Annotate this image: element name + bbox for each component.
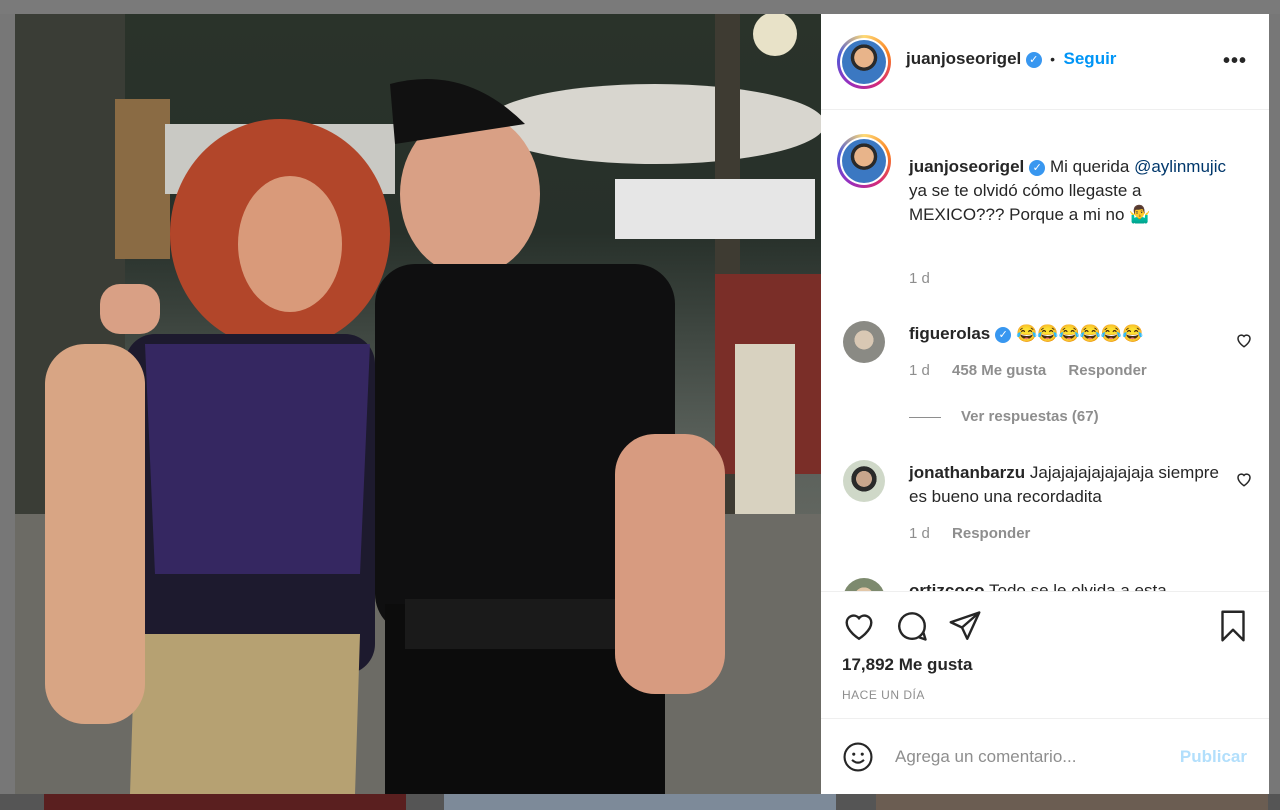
- post-time[interactable]: HACE UN DÍA: [842, 688, 925, 702]
- background-thumbnail: [444, 794, 836, 810]
- post-details-panel: juanjoseorigel ✓ • Seguir ••• juanjoseor…: [821, 14, 1269, 794]
- bookmark-icon[interactable]: [1215, 608, 1251, 644]
- comment-text: figuerolas ✓ 😂😂😂😂😂😂: [909, 324, 1144, 343]
- comment-meta: 1 d 458 Me gusta Responder: [909, 362, 1165, 379]
- comment-like-heart-icon[interactable]: [1235, 470, 1253, 488]
- comment-icon[interactable]: [894, 608, 930, 644]
- add-comment-bar: Publicar: [821, 718, 1269, 794]
- mention-link[interactable]: @aylinmujic: [1134, 157, 1226, 176]
- publish-button[interactable]: Publicar: [1180, 747, 1247, 767]
- caption-author[interactable]: juanjoseorigel: [909, 157, 1024, 176]
- separator-dot: •: [1050, 51, 1056, 67]
- post-actions: 17,892 Me gusta HACE UN DÍA: [821, 591, 1269, 718]
- author-line: juanjoseorigel ✓ • Seguir: [906, 49, 1116, 69]
- comment-text: jonathanbarzu Jajajajajajajajaja siempre…: [909, 463, 1219, 506]
- comment-likes[interactable]: 458 Me gusta: [952, 362, 1046, 379]
- follow-button[interactable]: Seguir: [1064, 49, 1117, 68]
- post-header: juanjoseorigel ✓ • Seguir •••: [821, 14, 1269, 110]
- view-replies-button[interactable]: Ver respuestas (67): [909, 408, 1099, 425]
- reply-button[interactable]: Responder: [952, 525, 1030, 542]
- post-photo[interactable]: [15, 14, 821, 794]
- background-page-right: [1269, 14, 1280, 794]
- background-page-left: [0, 14, 15, 794]
- commenter-avatar[interactable]: [843, 321, 885, 363]
- comment-text: ortizcoco Todo se le olvida a esta: [909, 579, 1229, 591]
- comments-list[interactable]: juanjoseorigel ✓ Mi querida @aylinmujic y…: [821, 111, 1269, 591]
- caption-text: juanjoseorigel ✓ Mi querida @aylinmujic y…: [909, 157, 1226, 224]
- comment-input[interactable]: [895, 747, 1155, 767]
- verified-icon: ✓: [995, 326, 1012, 343]
- caption-meta: 1 d: [909, 270, 948, 287]
- author-avatar[interactable]: [837, 35, 891, 89]
- background-thumbnail: [44, 794, 406, 810]
- caption-avatar[interactable]: [837, 134, 891, 188]
- caption-time[interactable]: 1 d: [909, 270, 930, 287]
- commenter-username[interactable]: jonathanbarzu: [909, 463, 1025, 482]
- commenter-username[interactable]: figuerolas: [909, 324, 990, 343]
- background-page-top: [0, 0, 1280, 14]
- background-thumbnail: [876, 794, 1268, 810]
- send-icon[interactable]: [947, 608, 983, 644]
- verified-icon: ✓: [1029, 159, 1046, 176]
- commenter-username[interactable]: ortizcoco: [909, 581, 985, 591]
- commenter-avatar[interactable]: [843, 578, 885, 591]
- verified-icon: ✓: [1025, 51, 1042, 68]
- photo-image: [15, 14, 821, 794]
- author-username[interactable]: juanjoseorigel: [906, 49, 1021, 68]
- comment-meta: 1 d Responder: [909, 525, 1048, 542]
- emoji-icon[interactable]: [841, 740, 875, 774]
- comment-like-heart-icon[interactable]: [1235, 331, 1253, 349]
- likes-count[interactable]: 17,892 Me gusta: [842, 655, 972, 675]
- more-horizontal-icon[interactable]: •••: [1223, 50, 1247, 73]
- heart-icon[interactable]: [841, 608, 877, 644]
- reply-button[interactable]: Responder: [1068, 362, 1146, 379]
- comment-time[interactable]: 1 d: [909, 525, 930, 542]
- commenter-avatar[interactable]: [843, 460, 885, 502]
- comment-time[interactable]: 1 d: [909, 362, 930, 379]
